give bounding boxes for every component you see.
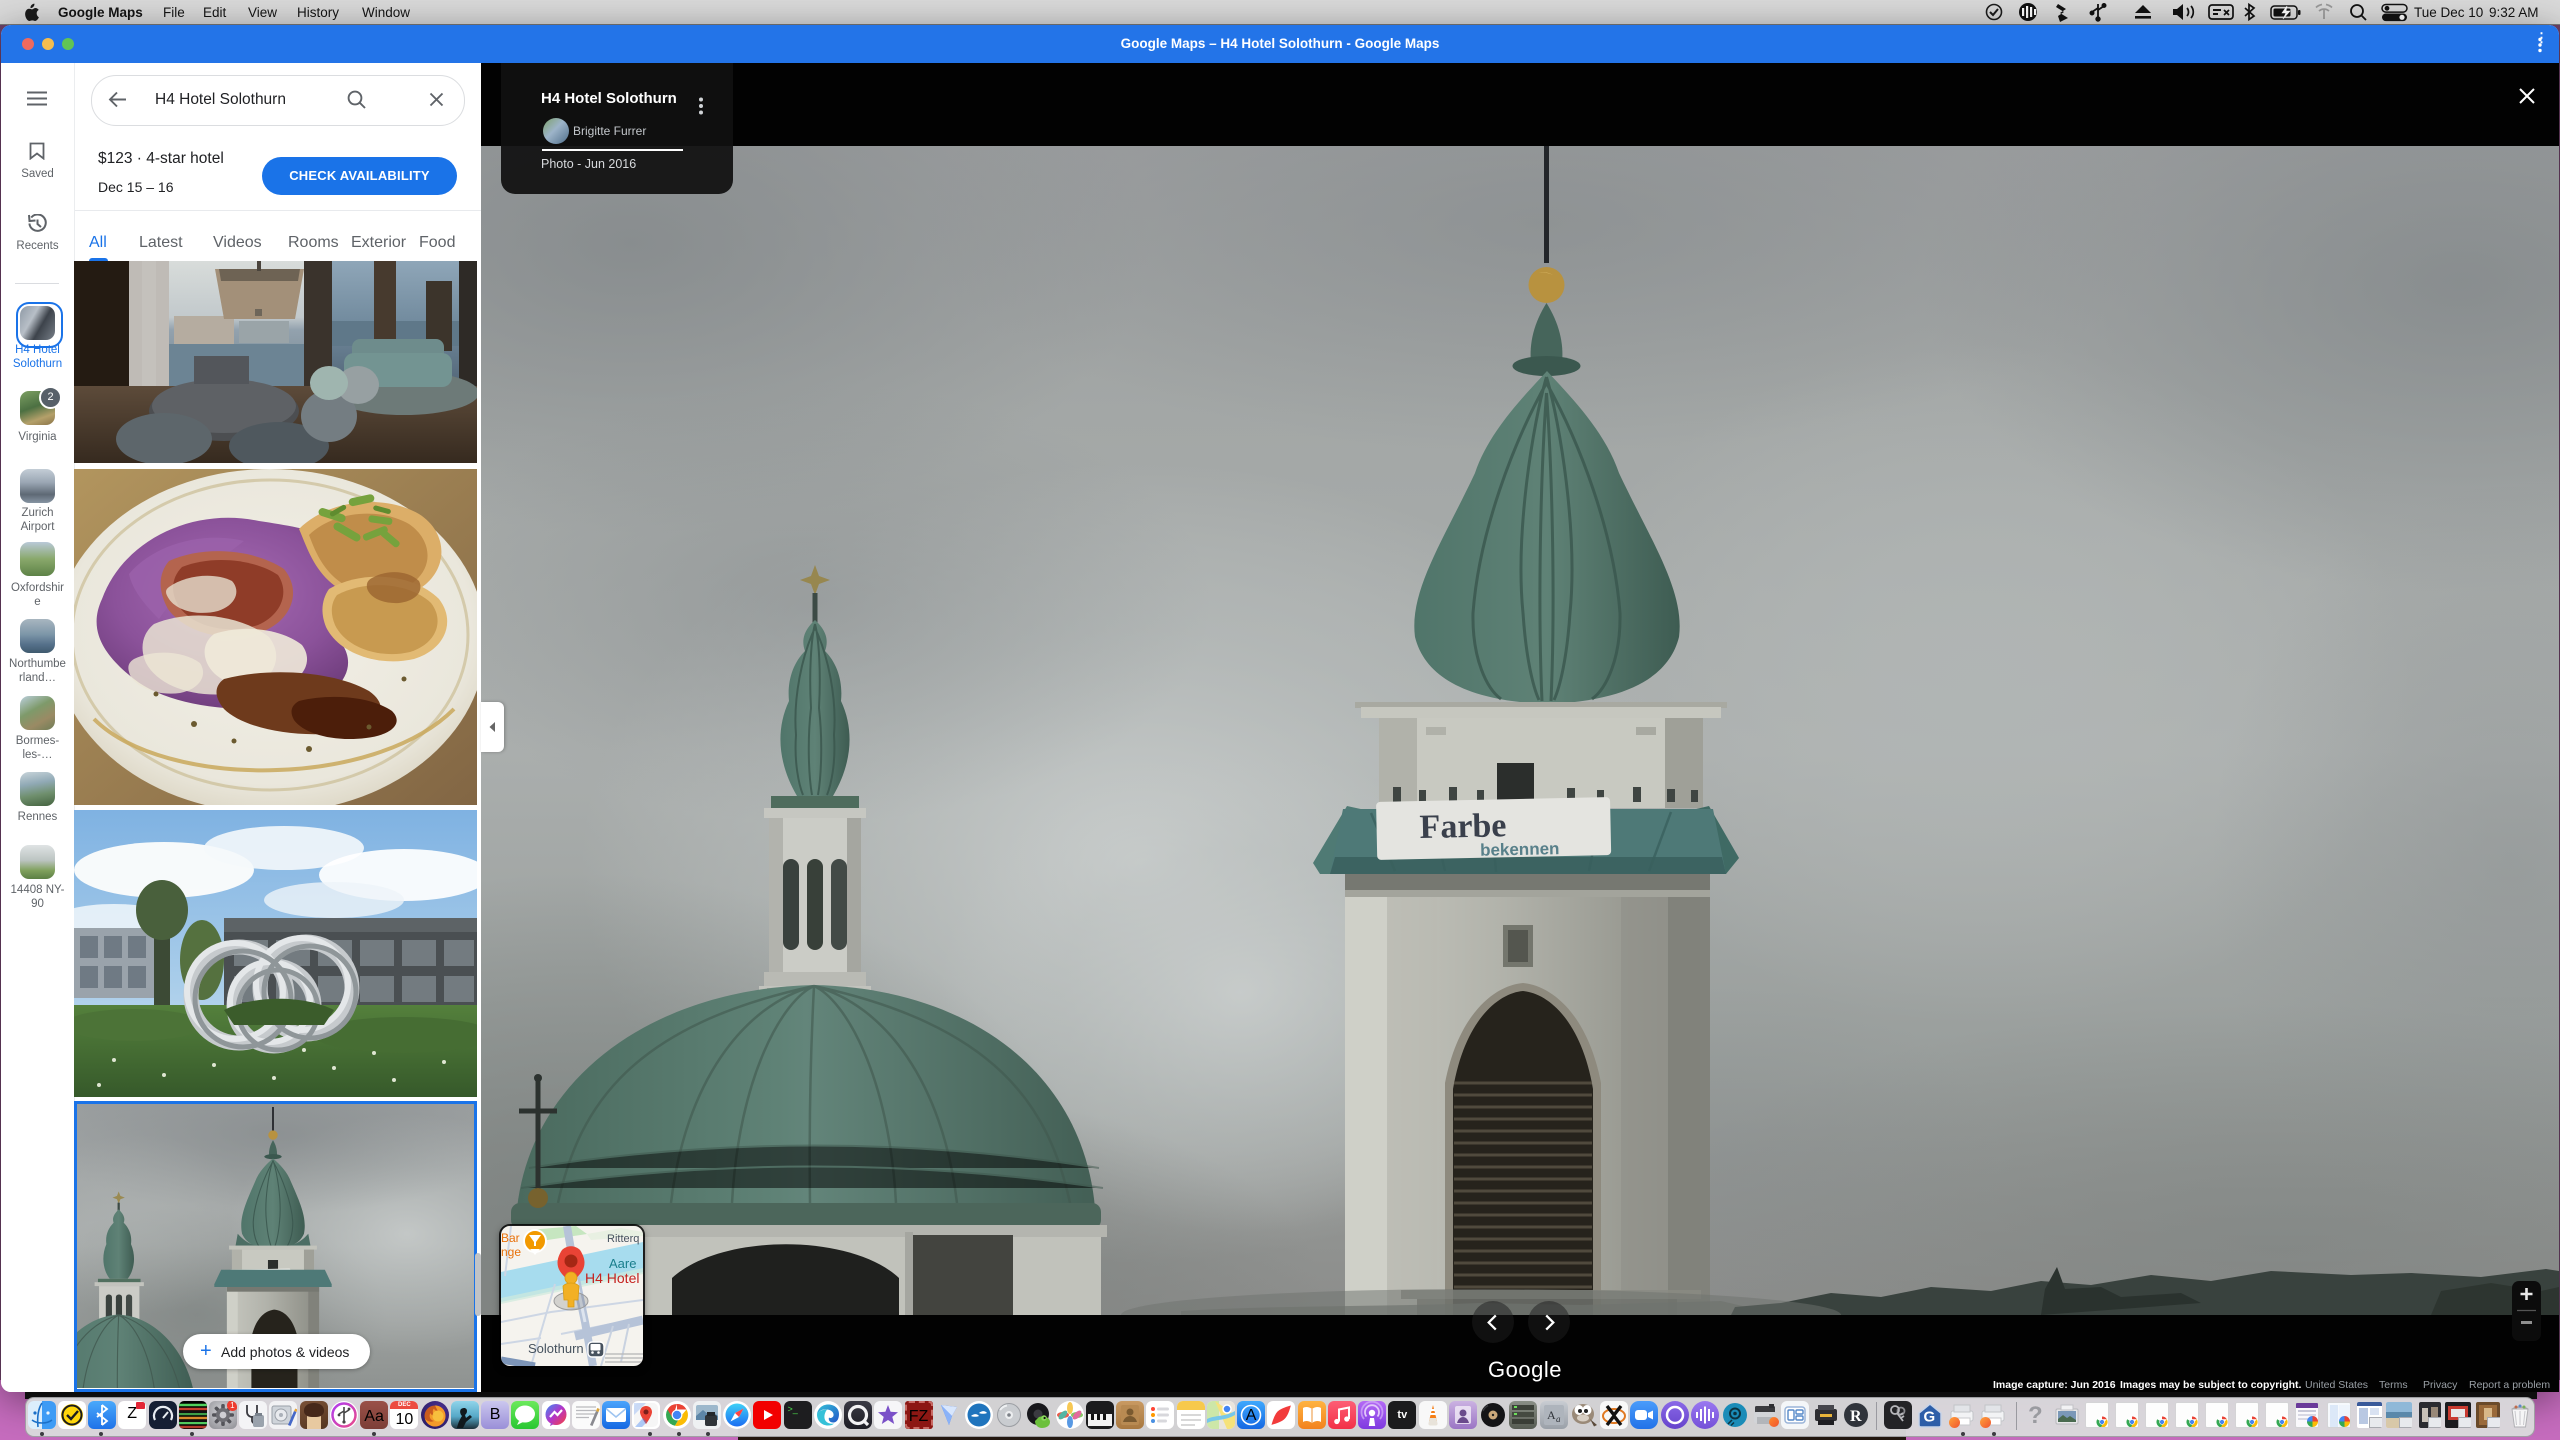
svg-text:a: a <box>1556 1414 1561 1424</box>
svg-text:G: G <box>1924 1409 1936 1426</box>
svg-text:R: R <box>1850 1408 1862 1425</box>
svg-text:Ritterq: Ritterq <box>607 1233 639 1245</box>
svg-text:A: A <box>1547 1408 1556 1422</box>
svg-text:H4 Hotel: H4 Hotel <box>585 1270 639 1286</box>
svg-text:Bar: Bar <box>501 1231 520 1245</box>
svg-text:Aare: Aare <box>609 1256 636 1271</box>
svg-text:Solothurn: Solothurn <box>528 1341 584 1356</box>
svg-text:nge: nge <box>501 1245 521 1259</box>
svg-text:bekennen: bekennen <box>1480 839 1560 860</box>
